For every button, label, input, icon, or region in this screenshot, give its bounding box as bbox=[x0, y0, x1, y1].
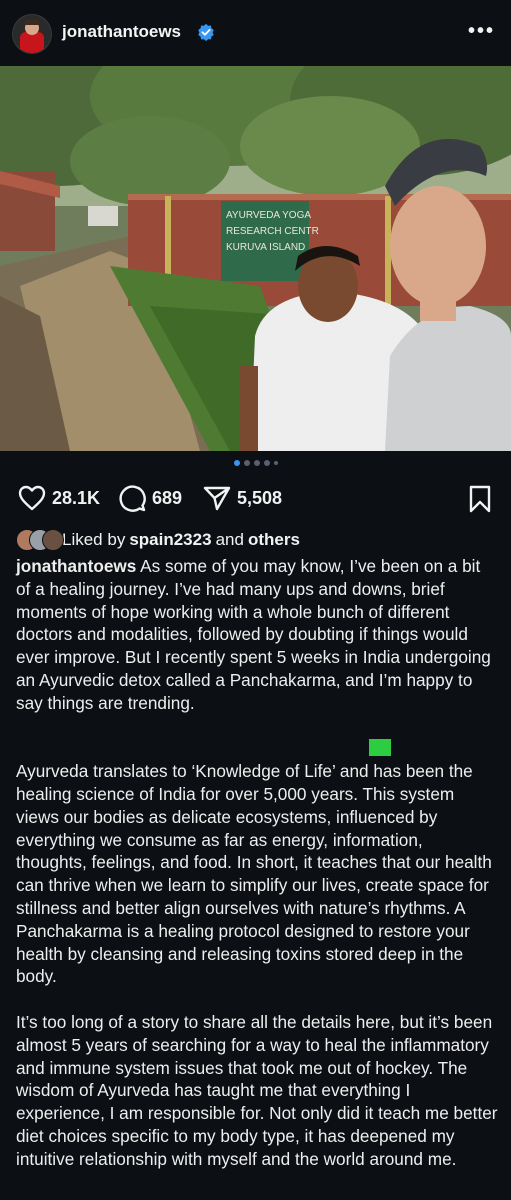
carousel-dot bbox=[273, 461, 278, 465]
caption-text-3: It’s too long of a story to share all th… bbox=[16, 1011, 498, 1169]
liked-by-user[interactable]: spain2323 bbox=[129, 530, 211, 550]
caption-paragraph-1: jonathantoews As some of you may know, I… bbox=[16, 555, 498, 715]
caption-text-1: As some of you may know, I’ve been on a … bbox=[16, 556, 491, 713]
avatar[interactable] bbox=[13, 15, 51, 53]
likes-count[interactable]: 28.1K bbox=[52, 488, 100, 509]
carousel-dot bbox=[253, 460, 260, 466]
liker-avatars bbox=[16, 529, 76, 551]
caption-paragraph-3: It’s too long of a story to share all th… bbox=[16, 1011, 498, 1171]
liked-by-row[interactable]: Liked by spain2323 and others bbox=[16, 527, 304, 553]
comments-count[interactable]: 689 bbox=[152, 488, 182, 509]
caption-text-2: Ayurveda translates to ‘Knowledge of Lif… bbox=[16, 761, 492, 987]
bookmark-icon[interactable] bbox=[469, 485, 491, 513]
heart-icon bbox=[18, 485, 46, 511]
post-header: jonathantoews ••• bbox=[0, 0, 511, 66]
avatar bbox=[42, 529, 64, 551]
share-button[interactable]: 5,508 bbox=[203, 482, 282, 514]
liked-by-others[interactable]: others bbox=[248, 530, 300, 550]
post-actions: 28.1K 689 5,508 bbox=[0, 482, 511, 518]
sign-line-3: KURUVA ISLAND bbox=[226, 242, 305, 253]
post-caption: jonathantoews As some of you may know, I… bbox=[16, 555, 498, 1193]
carousel-indicator bbox=[0, 460, 511, 474]
comment-button[interactable]: 689 bbox=[118, 482, 182, 514]
verified-badge-icon bbox=[198, 23, 214, 41]
carousel-dot bbox=[263, 460, 270, 466]
shares-count[interactable]: 5,508 bbox=[237, 488, 282, 509]
like-button[interactable]: 28.1K bbox=[18, 482, 100, 514]
green-square-emoji bbox=[369, 739, 391, 756]
caption-paragraph-2: Ayurveda translates to ‘Knowledge of Lif… bbox=[16, 760, 498, 988]
sign-line-2: RESEARCH CENTR bbox=[226, 226, 319, 237]
share-icon bbox=[203, 486, 231, 511]
sign-line-1: AYURVEDA YOGA bbox=[226, 210, 311, 221]
carousel-dot bbox=[243, 460, 250, 466]
caption-username[interactable]: jonathantoews bbox=[16, 556, 136, 576]
more-options-icon[interactable]: ••• bbox=[468, 20, 495, 43]
liked-by-connector: and bbox=[215, 530, 244, 549]
post-image[interactable]: AYURVEDA YOGA RESEARCH CENTR KURUVA ISLA… bbox=[0, 66, 511, 451]
comment-icon bbox=[119, 485, 146, 512]
username[interactable]: jonathantoews bbox=[62, 22, 181, 42]
carousel-dot-active bbox=[233, 460, 240, 466]
